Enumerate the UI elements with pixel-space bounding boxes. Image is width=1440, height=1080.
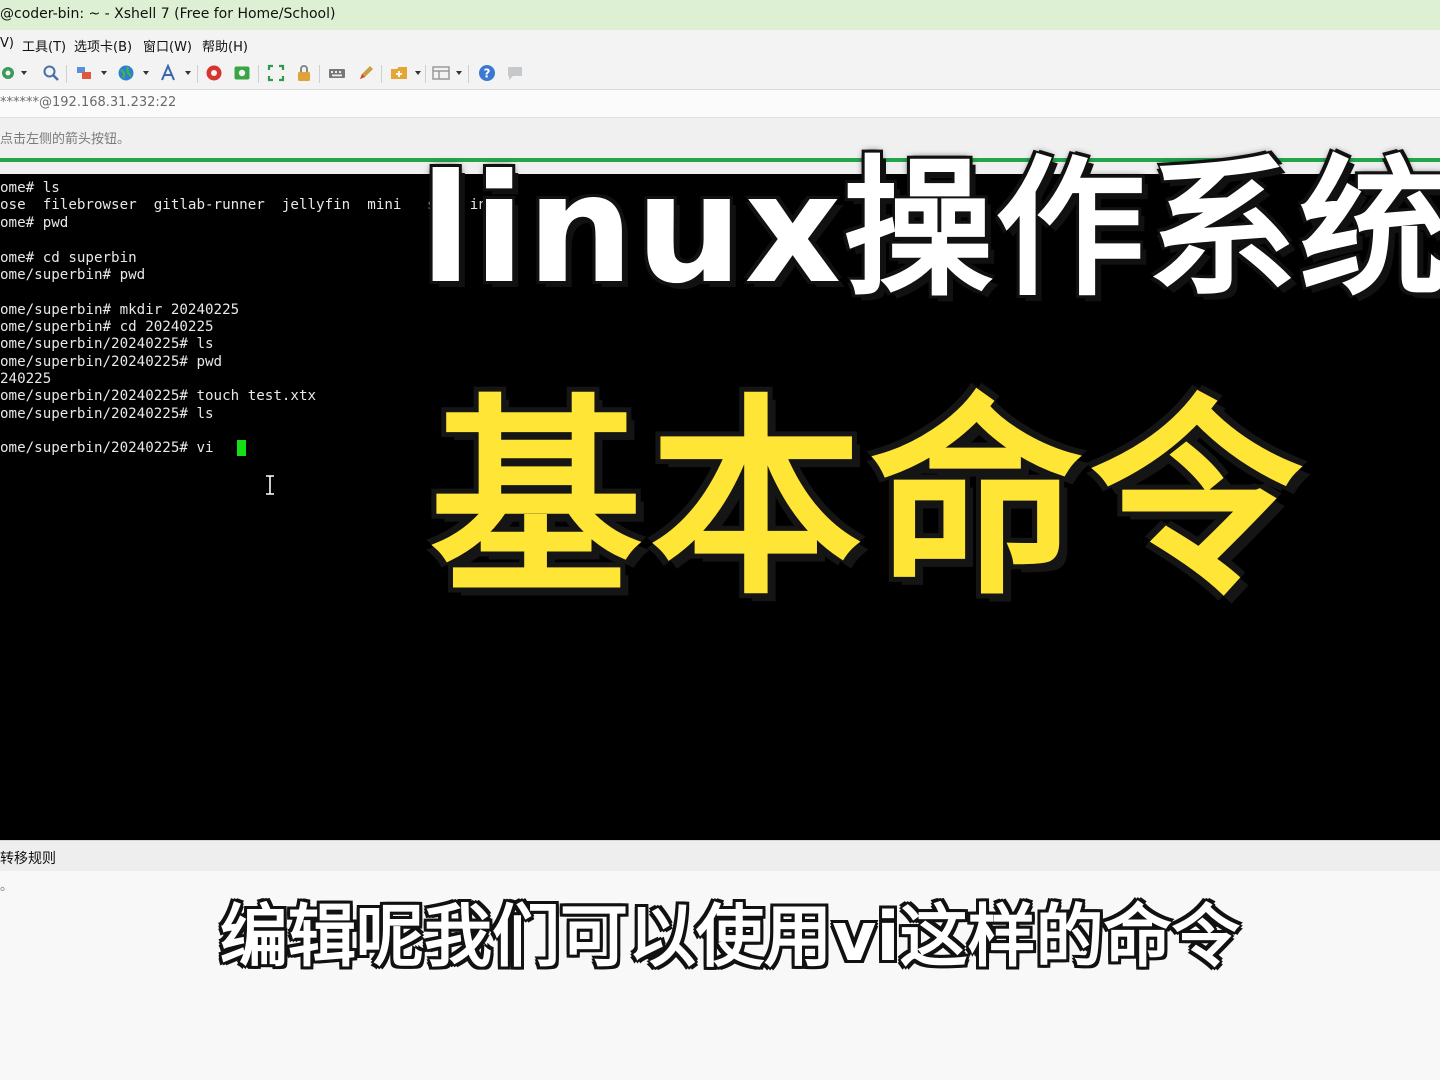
toolbar-separator [258, 65, 259, 83]
new-tab-icon[interactable] [390, 64, 408, 82]
font-icon[interactable] [159, 64, 177, 82]
chevron-down-icon[interactable] [456, 71, 462, 75]
text-cursor-icon [266, 475, 274, 495]
toolbar-separator [381, 65, 382, 83]
chevron-down-icon[interactable] [185, 71, 191, 75]
menu-view[interactable]: V) [0, 36, 14, 51]
layout-icon[interactable] [432, 64, 450, 82]
xmanager-icon[interactable] [233, 64, 251, 82]
status-bar: 转移规则 [0, 840, 1440, 871]
svg-text:?: ? [484, 67, 491, 81]
toolbar-separator [468, 65, 469, 83]
sessions-icon[interactable] [75, 64, 93, 82]
toolbar: ? [0, 57, 1440, 90]
toolbar-separator [66, 65, 67, 83]
menu-tabs[interactable]: 选项卡(B) [74, 36, 132, 55]
terminal-cursor [237, 440, 246, 456]
overlay-title-basic-commands: 基本命令 [430, 376, 1310, 623]
overlay-title-linux: linux操作系统 [420, 143, 1440, 317]
status-text: 转移规则 [0, 851, 56, 867]
menu-tools[interactable]: 工具(T) [22, 36, 66, 55]
terminal-line: 240225 [0, 371, 52, 387]
chevron-down-icon[interactable] [415, 71, 421, 75]
fullscreen-icon[interactable] [267, 64, 285, 82]
menu-bar: V) 工具(T) 选项卡(B) 窗口(W) 帮助(H) [0, 30, 1440, 57]
terminal-line: ome/superbin# mkdir 20240225 [0, 302, 240, 318]
window-title: @coder-bin: ~ - Xshell 7 (Free for Home/… [0, 6, 336, 22]
menu-help[interactable]: 帮助(H) [202, 36, 248, 55]
keyboard-icon[interactable] [328, 64, 346, 82]
host-address: ******@192.168.31.232:22 [0, 95, 177, 110]
search-icon[interactable] [42, 64, 60, 82]
help-icon[interactable]: ? [478, 64, 496, 82]
terminal-line: ome/superbin# pwd [0, 267, 146, 283]
title-bar: @coder-bin: ~ - Xshell 7 (Free for Home/… [0, 0, 1440, 30]
globe-icon[interactable] [117, 64, 135, 82]
chat-icon[interactable] [506, 64, 524, 82]
terminal-line: ome# cd superbin [0, 250, 137, 266]
terminal-line: ome/superbin/20240225# pwd [0, 354, 223, 370]
pen-icon[interactable] [357, 64, 375, 82]
chevron-down-icon[interactable] [21, 71, 27, 75]
settings-icon[interactable] [0, 64, 18, 82]
chevron-down-icon[interactable] [143, 71, 149, 75]
compose-text: 。 [0, 879, 14, 894]
lock-icon[interactable] [295, 64, 313, 82]
hint-text: 点击左侧的箭头按钮。 [0, 132, 131, 147]
terminal-line: ome# pwd [0, 215, 69, 231]
terminal-line: ome# ls [0, 180, 60, 196]
terminal-line: ome/superbin/20240225# ls [0, 336, 214, 352]
menu-window[interactable]: 窗口(W) [143, 36, 192, 55]
xftp-icon[interactable] [205, 64, 223, 82]
toolbar-separator [197, 65, 198, 83]
terminal-line: ome/superbin/20240225# ls [0, 406, 214, 422]
toolbar-separator [319, 65, 320, 83]
terminal-line: ome/superbin/20240225# vi [0, 440, 223, 456]
address-bar[interactable]: ******@192.168.31.232:22 [0, 90, 1440, 118]
terminal-line: ome/superbin# cd 20240225 [0, 319, 214, 335]
terminal-line: ose filebrowser gitlab-runner jellyfin m… [0, 197, 487, 213]
terminal-line: ome/superbin/20240225# touch test.xtx [0, 388, 317, 404]
video-subtitle: 编辑呢我们可以使用vi这样的命令 [220, 898, 1240, 977]
toolbar-separator [425, 65, 426, 83]
chevron-down-icon[interactable] [101, 71, 107, 75]
